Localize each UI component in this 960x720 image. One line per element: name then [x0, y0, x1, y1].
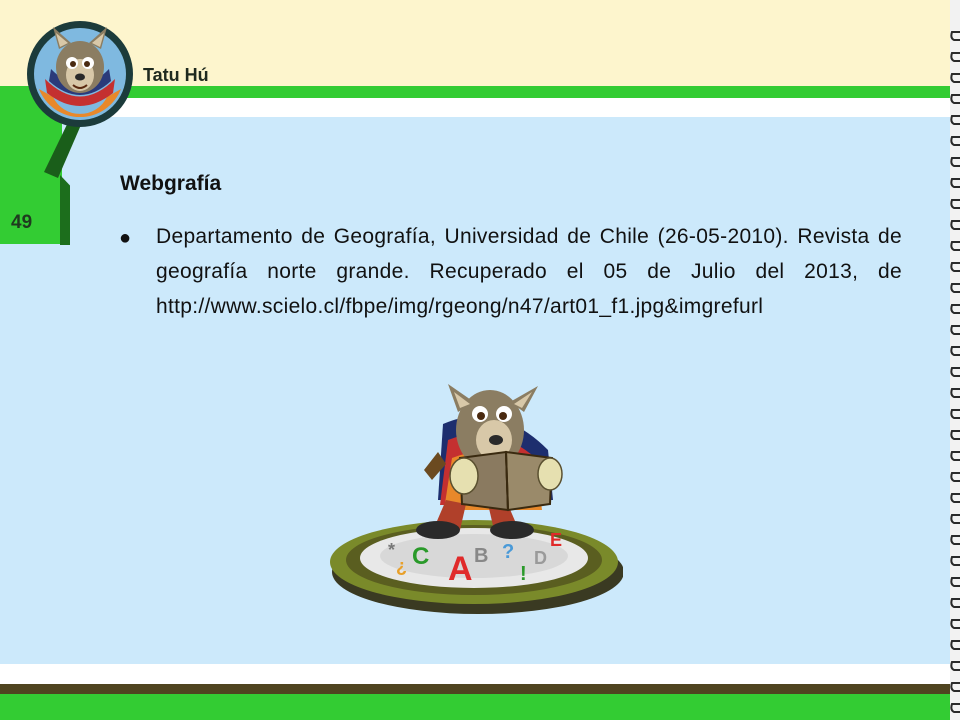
spiral-ring — [950, 388, 960, 398]
spiral-ring — [950, 31, 960, 41]
page-number: 49 — [11, 212, 33, 233]
spiral-ring — [950, 577, 960, 587]
spiral-ring — [950, 514, 960, 524]
spiral-ring — [950, 136, 960, 146]
footer-dark-bar — [0, 684, 950, 694]
svg-text:B: B — [474, 545, 488, 567]
spiral-ring — [950, 241, 960, 251]
brand-name: Tatu Hú — [143, 65, 209, 85]
spiral-ring — [950, 598, 960, 608]
spiral-ring — [950, 367, 960, 377]
spiral-ring — [950, 325, 960, 335]
spiral-ring — [950, 451, 960, 461]
svg-text:¿: ¿ — [396, 556, 407, 576]
spiral-ring — [950, 430, 960, 440]
svg-text:A: A — [448, 550, 473, 588]
spiral-ring — [950, 661, 960, 671]
spiral-ring — [950, 73, 960, 83]
spiral-ring — [950, 52, 960, 62]
svg-text:!: ! — [520, 563, 527, 585]
reference-item: Departamento de Geografía, Universidad d… — [156, 225, 902, 318]
spiral-ring — [950, 304, 960, 314]
spiral-ring — [950, 682, 960, 692]
svg-text:D: D — [534, 548, 547, 568]
spiral-ring — [950, 157, 960, 167]
section-title: Webgrafía — [120, 172, 222, 195]
spiral-ring — [950, 94, 960, 104]
spiral-ring — [950, 199, 960, 209]
spiral-ring — [950, 346, 960, 356]
spiral-ring — [950, 220, 960, 230]
spiral-ring — [950, 535, 960, 545]
spiral-ring — [950, 703, 960, 713]
spiral-ring — [950, 283, 960, 293]
svg-text:*: * — [388, 540, 395, 560]
svg-text:?: ? — [502, 541, 514, 563]
spiral-ring — [950, 115, 960, 125]
spiral-ring — [950, 640, 960, 650]
spiral-ring — [950, 556, 960, 566]
spiral-ring — [950, 472, 960, 482]
svg-text:C: C — [412, 543, 429, 570]
spiral-ring — [950, 178, 960, 188]
svg-text:E: E — [550, 530, 562, 550]
list-bullet: ● — [119, 227, 132, 249]
spiral-ring — [950, 409, 960, 419]
spiral-ring — [950, 262, 960, 272]
armadillo-reading-book-icon: A C B ? D E ! * ¿ — [330, 384, 623, 614]
header-white-strip — [0, 98, 950, 117]
armadillo-logo-icon — [27, 21, 133, 127]
spiral-ring — [950, 493, 960, 503]
footer-green-bar — [0, 694, 950, 720]
spiral-binding — [950, 0, 960, 720]
header-green-bar — [0, 86, 950, 98]
spiral-ring — [950, 619, 960, 629]
